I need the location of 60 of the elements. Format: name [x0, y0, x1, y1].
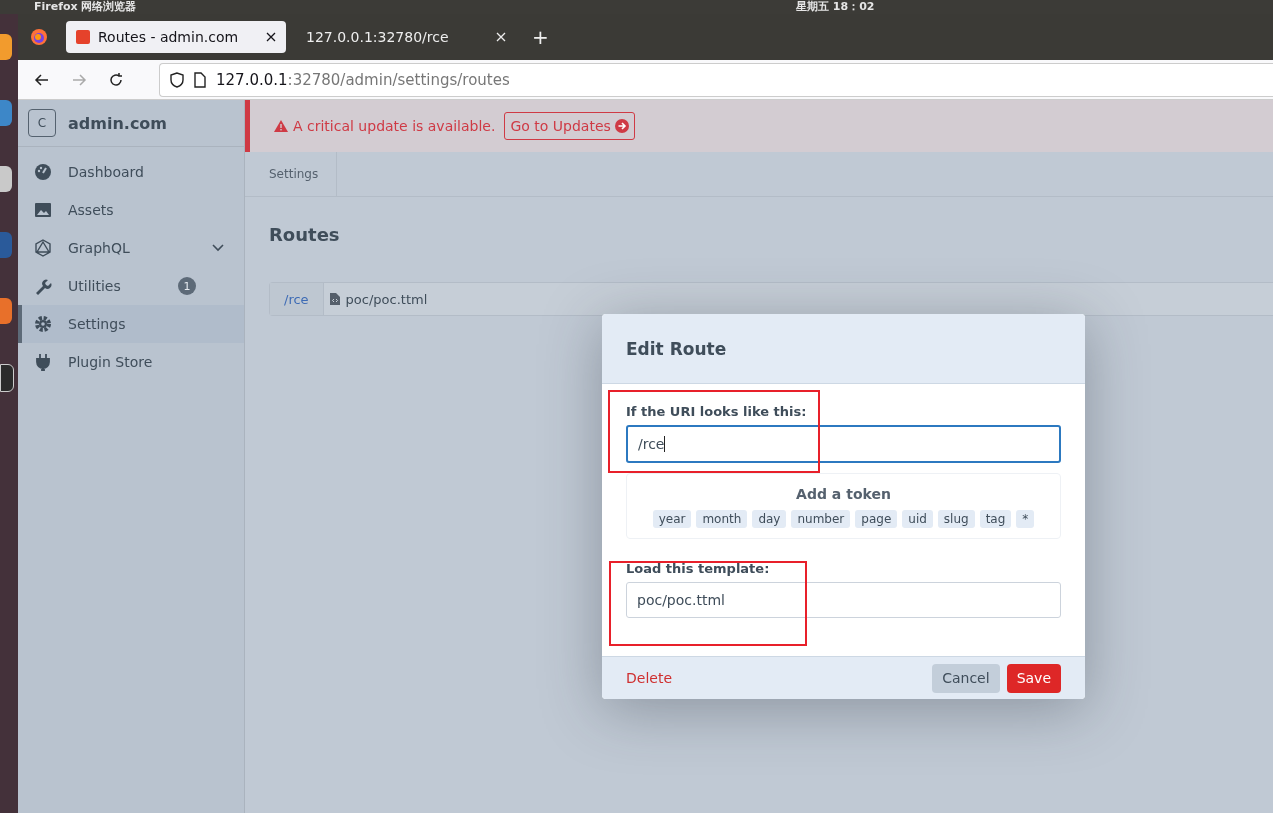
nav-item[interactable]: GraphQL	[18, 229, 244, 267]
page-title: Routes	[268, 223, 341, 247]
alert-message: A critical update is available.	[293, 118, 496, 134]
back-icon[interactable]	[34, 71, 50, 88]
new-tab-button[interactable]: +	[526, 25, 555, 49]
token-chip[interactable]: day	[752, 510, 787, 528]
token-chip[interactable]: number	[791, 510, 851, 528]
token-chip[interactable]: tag	[979, 510, 1012, 528]
route-row[interactable]: /rce poc/poc.ttml	[269, 282, 1273, 316]
app-icon[interactable]	[0, 298, 12, 324]
count-badge: 1	[178, 277, 196, 295]
site-logo: C	[28, 109, 56, 137]
page-icon	[194, 71, 206, 88]
delete-link[interactable]: Delete	[626, 670, 672, 686]
dialog-title: Edit Route	[626, 338, 727, 359]
chevron-down-icon[interactable]	[212, 244, 224, 252]
cancel-button[interactable]: Cancel	[932, 663, 1000, 693]
token-chip[interactable]: uid	[902, 510, 933, 528]
gear-icon	[34, 315, 52, 333]
uri-input-field[interactable]: /rce	[626, 425, 1061, 463]
token-chip[interactable]: slug	[937, 510, 975, 528]
app-menu[interactable]: Firefox 网络浏览器	[34, 0, 137, 14]
field-label: Load this template:	[626, 561, 771, 576]
nav-item[interactable]: Dashboard	[18, 153, 244, 191]
nav-item[interactable]: Plugin Store	[18, 343, 244, 381]
route-template: poc/poc.ttml	[345, 291, 428, 307]
browser-tab[interactable]: Routes - admin.com	[66, 21, 286, 53]
nav-item[interactable]: Settings	[18, 305, 244, 343]
code-file-icon	[329, 293, 340, 305]
template-input-field[interactable]: poc/poc.ttml	[626, 582, 1061, 618]
graphql-icon	[34, 239, 52, 257]
reload-icon[interactable]	[108, 71, 124, 88]
app-icon[interactable]	[0, 166, 12, 192]
token-panel-title: Add a token	[796, 486, 891, 502]
plug-icon	[34, 353, 52, 371]
address-bar[interactable]: 127.0.0.1:32780/admin/settings/routes	[159, 62, 1273, 97]
token-chip[interactable]: *	[1016, 510, 1035, 528]
field-label: If the URI looks like this:	[626, 404, 808, 419]
app-icon[interactable]	[0, 34, 12, 60]
token-chip[interactable]: month	[696, 510, 748, 528]
browser-tab[interactable]: 127.0.0.1:32780/rce	[296, 21, 516, 53]
token-chip[interactable]: year	[652, 510, 692, 528]
url-text: 127.0.0.1:32780/admin/settings/routes	[216, 70, 510, 89]
gauge-icon	[34, 163, 52, 181]
close-icon[interactable]	[266, 32, 276, 42]
breadcrumb-link[interactable]: Settings	[245, 152, 338, 196]
arrow-right-icon	[614, 119, 629, 133]
token-chip[interactable]: page	[855, 510, 898, 528]
nav-item[interactable]: Assets	[18, 191, 244, 229]
site-name[interactable]: admin.com	[68, 113, 168, 133]
nav-item[interactable]: Utilities 1	[18, 267, 244, 305]
save-button[interactable]: Save	[1006, 663, 1061, 693]
wrench-icon	[34, 277, 52, 295]
clock: 星期五 18：02	[796, 0, 875, 14]
image-icon	[34, 201, 52, 219]
app-icon[interactable]	[0, 364, 14, 392]
browser-logo-icon[interactable]	[30, 28, 48, 46]
site-favicon-icon	[76, 30, 90, 44]
shield-icon[interactable]	[170, 71, 184, 88]
warning-icon	[274, 120, 288, 132]
